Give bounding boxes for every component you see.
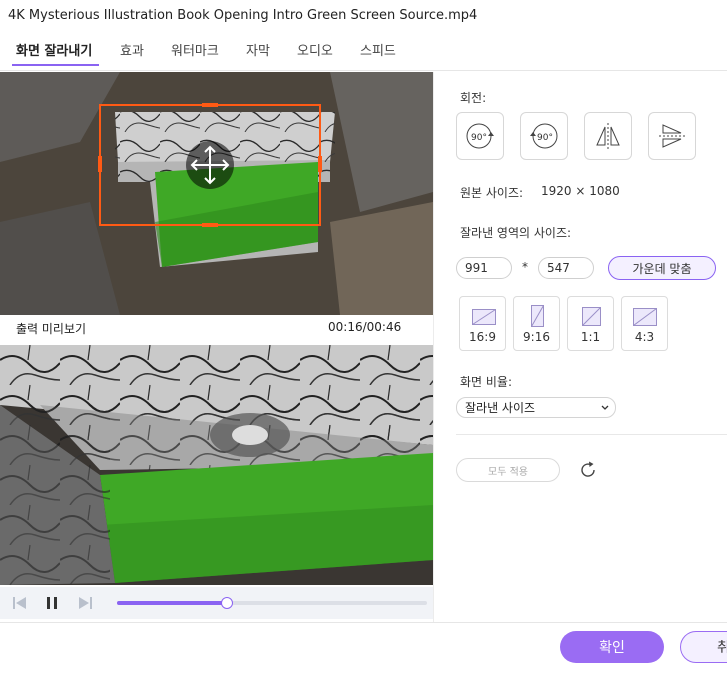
source-video[interactable] bbox=[0, 72, 433, 315]
flip-vertical-button[interactable] bbox=[648, 112, 696, 160]
output-preview-video bbox=[0, 345, 433, 585]
next-frame-button[interactable] bbox=[75, 593, 95, 613]
tab-effects[interactable]: 효과 bbox=[120, 40, 144, 59]
aspect-ratio-value: 잘라낸 사이즈 bbox=[465, 401, 536, 415]
ok-button[interactable]: 확인 bbox=[560, 631, 664, 663]
flip-vertical-icon bbox=[659, 124, 685, 148]
reset-button[interactable] bbox=[578, 460, 598, 484]
chevron-down-icon bbox=[601, 405, 609, 410]
progress-handle[interactable] bbox=[220, 597, 233, 609]
previous-frame-button[interactable] bbox=[10, 593, 30, 613]
playback-time: 00:16/00:46 bbox=[328, 320, 402, 334]
aspect-ratio-select[interactable]: 잘라낸 사이즈 bbox=[456, 397, 616, 418]
ratio-9-16-icon bbox=[531, 305, 544, 327]
flip-horizontal-button[interactable] bbox=[584, 112, 632, 160]
ratio-16-9-button[interactable]: 16:9 bbox=[459, 296, 506, 351]
footer-divider bbox=[0, 622, 727, 623]
ratio-4-3-button[interactable]: 4:3 bbox=[621, 296, 668, 351]
ratio-1-1-label: 1:1 bbox=[580, 330, 601, 344]
crop-size-label: 잘라낸 영역의 사이즈: bbox=[460, 226, 572, 240]
tab-speed[interactable]: 스피드 bbox=[360, 40, 396, 59]
active-tab-indicator bbox=[12, 64, 99, 66]
rotate-right-icon: 90° bbox=[530, 123, 558, 149]
ratio-16-9-icon bbox=[472, 309, 496, 325]
rotate-left-icon: 90° bbox=[466, 123, 494, 149]
rotate-left-button[interactable]: 90° bbox=[456, 112, 504, 160]
progress-slider[interactable] bbox=[117, 597, 427, 609]
tab-divider bbox=[0, 70, 727, 71]
rotation-label: 회전: bbox=[460, 91, 487, 105]
original-size-label: 원본 사이즈: bbox=[460, 186, 524, 200]
aspect-ratio-label: 화면 비율: bbox=[460, 375, 513, 389]
pause-button[interactable] bbox=[42, 593, 62, 613]
ratio-4-3-label: 4:3 bbox=[634, 330, 655, 344]
skip-forward-icon bbox=[79, 597, 92, 609]
rotate-right-text: 90° bbox=[537, 133, 553, 143]
ratio-1-1-button[interactable]: 1:1 bbox=[567, 296, 614, 351]
player-controls bbox=[0, 587, 433, 619]
ratio-4-3-icon bbox=[633, 308, 657, 326]
window-title: 4K Mysterious Illustration Book Opening … bbox=[8, 8, 478, 23]
reset-icon bbox=[581, 461, 595, 477]
rotate-right-button[interactable]: 90° bbox=[520, 112, 568, 160]
rotate-left-text: 90° bbox=[471, 133, 487, 143]
skip-back-icon bbox=[13, 597, 26, 609]
output-preview-label: 출력 미리보기 bbox=[16, 322, 87, 336]
center-align-button[interactable]: 가운데 맞춤 bbox=[608, 256, 716, 280]
tab-crop[interactable]: 화면 잘라내기 bbox=[16, 40, 92, 59]
apply-all-button[interactable]: 모두 적용 bbox=[456, 458, 560, 482]
section-divider bbox=[456, 434, 727, 435]
flip-horizontal-icon bbox=[596, 123, 620, 149]
size-separator: * bbox=[522, 260, 528, 274]
progress-fill bbox=[117, 601, 226, 605]
original-size-value: 1920 × 1080 bbox=[541, 184, 620, 198]
tab-subtitles[interactable]: 자막 bbox=[246, 40, 270, 59]
panel-divider bbox=[433, 72, 434, 622]
ratio-16-9-label: 16:9 bbox=[469, 330, 496, 344]
cancel-button[interactable]: 취 bbox=[680, 631, 727, 663]
ratio-9-16-button[interactable]: 9:16 bbox=[513, 296, 560, 351]
tab-audio[interactable]: 오디오 bbox=[297, 40, 333, 59]
pause-icon bbox=[47, 597, 57, 609]
crop-height-input[interactable]: 547 bbox=[538, 257, 594, 279]
tab-bar: 화면 잘라내기 효과 워터마크 자막 오디오 스피드 bbox=[0, 40, 727, 68]
tab-watermark[interactable]: 워터마크 bbox=[171, 40, 219, 59]
crop-width-input[interactable]: 991 bbox=[456, 257, 512, 279]
ratio-9-16-label: 9:16 bbox=[523, 330, 550, 344]
ratio-1-1-icon bbox=[582, 307, 601, 326]
